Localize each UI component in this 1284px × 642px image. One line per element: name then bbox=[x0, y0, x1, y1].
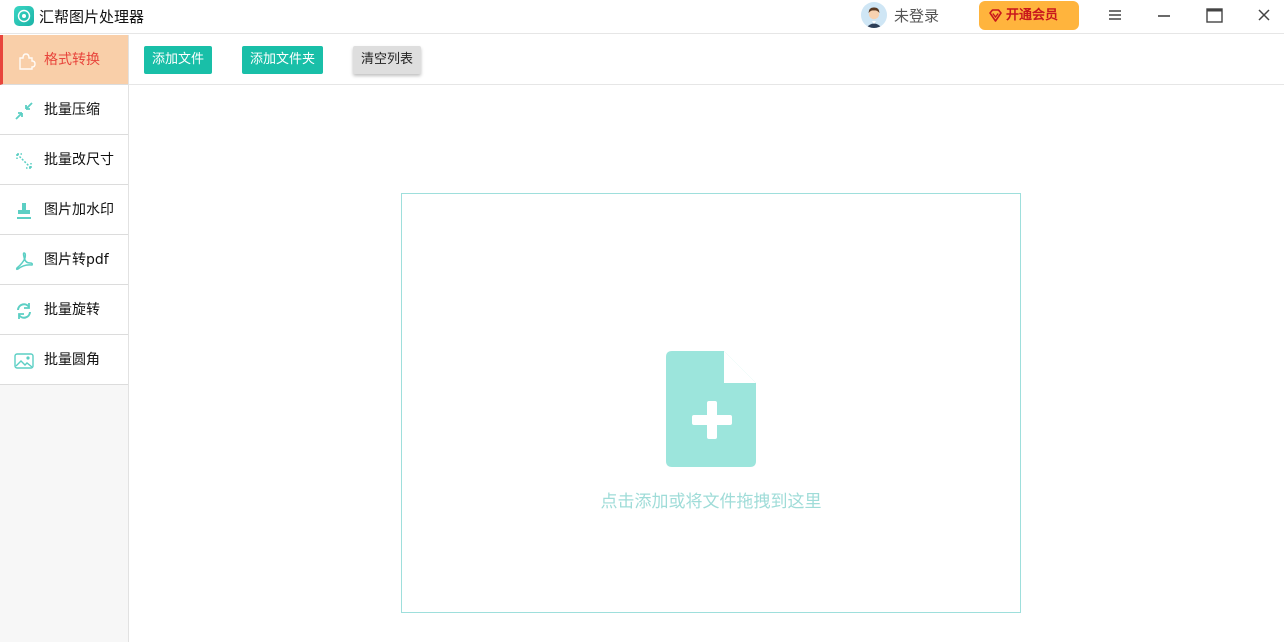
pdf-icon bbox=[15, 252, 33, 271]
minimize-icon[interactable] bbox=[1152, 4, 1176, 26]
toolbar: 添加文件 添加文件夹 清空列表 bbox=[129, 35, 1284, 85]
vip-label: 开通会员 bbox=[1006, 8, 1059, 23]
resize-icon bbox=[16, 153, 32, 169]
rotate-icon bbox=[17, 303, 31, 319]
sidebar: 格式转换 批量压缩 批量改尺寸 图片加水印 图片转pdf 批量旋转 批量圆角 bbox=[0, 35, 129, 642]
file-drop-zone[interactable]: 点击添加或将文件拖拽到这里 bbox=[401, 193, 1021, 613]
sidebar-item-label: 批量圆角 bbox=[44, 352, 100, 368]
image-corner-icon bbox=[14, 353, 34, 369]
add-folder-button[interactable]: 添加文件夹 bbox=[242, 46, 323, 74]
app-logo-icon bbox=[14, 6, 34, 26]
sidebar-item-label: 批量压缩 bbox=[44, 102, 100, 118]
vip-button[interactable]: 开通会员 bbox=[979, 1, 1079, 30]
sidebar-item-watermark[interactable]: 图片加水印 bbox=[0, 185, 128, 235]
menu-icon[interactable] bbox=[1103, 4, 1127, 26]
sidebar-item-label: 批量旋转 bbox=[44, 302, 100, 318]
sidebar-item-label: 批量改尺寸 bbox=[44, 152, 114, 168]
stamp-icon bbox=[17, 203, 31, 219]
sidebar-item-image-to-pdf[interactable]: 图片转pdf bbox=[0, 235, 128, 285]
maximize-icon[interactable] bbox=[1202, 4, 1226, 26]
title-bar: 汇帮图片处理器 未登录 开通会员 bbox=[0, 0, 1284, 34]
sidebar-item-batch-resize[interactable]: 批量改尺寸 bbox=[0, 135, 128, 185]
login-status[interactable]: 未登录 bbox=[894, 6, 939, 26]
drop-hint-text: 点击添加或将文件拖拽到这里 bbox=[600, 492, 822, 512]
app-title: 汇帮图片处理器 bbox=[39, 8, 145, 26]
close-icon[interactable] bbox=[1252, 4, 1276, 26]
sidebar-item-batch-compress[interactable]: 批量压缩 bbox=[0, 85, 128, 135]
add-file-button[interactable]: 添加文件 bbox=[144, 46, 212, 74]
add-file-icon bbox=[666, 351, 756, 467]
sidebar-item-batch-rotate[interactable]: 批量旋转 bbox=[0, 285, 128, 335]
sidebar-item-format-convert[interactable]: 格式转换 bbox=[0, 35, 128, 85]
avatar[interactable] bbox=[861, 2, 887, 28]
sidebar-item-label: 格式转换 bbox=[44, 52, 100, 68]
puzzle-icon bbox=[19, 53, 36, 70]
diamond-icon bbox=[989, 9, 1002, 22]
sidebar-item-label: 图片转pdf bbox=[44, 252, 109, 268]
sidebar-item-batch-round-corner[interactable]: 批量圆角 bbox=[0, 335, 128, 385]
compress-icon bbox=[15, 102, 33, 120]
sidebar-item-label: 图片加水印 bbox=[44, 202, 114, 218]
clear-list-button[interactable]: 清空列表 bbox=[353, 46, 421, 74]
